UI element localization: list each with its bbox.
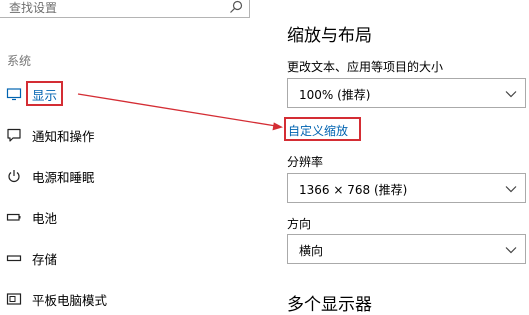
sidebar-item-notifications[interactable]: 通知和操作 xyxy=(0,121,250,149)
orientation-value: 横向 xyxy=(299,244,324,258)
orientation-label: 方向 xyxy=(287,217,312,231)
chevron-down-icon xyxy=(505,247,517,254)
chevron-down-icon xyxy=(505,91,517,98)
sidebar-item-label: 电池 xyxy=(32,211,58,226)
search-icon[interactable] xyxy=(229,0,243,14)
resolution-value: 1366 × 768 (推荐) xyxy=(299,183,408,197)
sidebar-item-power[interactable]: 电源和睡眠 xyxy=(0,162,250,190)
notification-icon xyxy=(7,128,21,142)
annotation-highlight-display xyxy=(26,81,63,106)
tablet-mode-icon xyxy=(6,293,22,305)
sidebar-item-battery[interactable]: 电池 xyxy=(0,203,250,231)
chevron-down-icon xyxy=(505,186,517,193)
custom-scaling-link-highlight: 自定义缩放 xyxy=(284,117,361,141)
search-box[interactable] xyxy=(0,0,250,18)
multi-display-heading: 多个显示器 xyxy=(287,295,372,315)
custom-scaling-link[interactable]: 自定义缩放 xyxy=(288,122,348,139)
orientation-dropdown[interactable]: 横向 xyxy=(287,234,526,264)
scale-value: 100% (推荐) xyxy=(299,88,371,102)
sidebar-section-label: 系统 xyxy=(7,54,32,68)
page-heading: 缩放与布局 xyxy=(287,26,372,46)
resolution-dropdown[interactable]: 1366 × 768 (推荐) xyxy=(287,173,526,203)
monitor-icon xyxy=(6,88,22,101)
sidebar-item-tablet-mode[interactable]: 平板电脑模式 xyxy=(0,285,250,313)
search-input[interactable] xyxy=(9,0,219,16)
power-icon xyxy=(8,170,20,183)
scale-label: 更改文本、应用等项目的大小 xyxy=(287,60,444,74)
battery-icon xyxy=(6,213,21,221)
storage-icon xyxy=(6,255,22,262)
scale-dropdown[interactable]: 100% (推荐) xyxy=(287,78,526,108)
sidebar-item-label: 平板电脑模式 xyxy=(32,293,108,308)
sidebar-item-label: 存储 xyxy=(32,252,58,267)
sidebar-item-label: 通知和操作 xyxy=(32,129,95,144)
sidebar-item-storage[interactable]: 存储 xyxy=(0,244,250,272)
sidebar-item-label: 电源和睡眠 xyxy=(32,170,95,185)
resolution-label: 分辨率 xyxy=(287,155,324,169)
